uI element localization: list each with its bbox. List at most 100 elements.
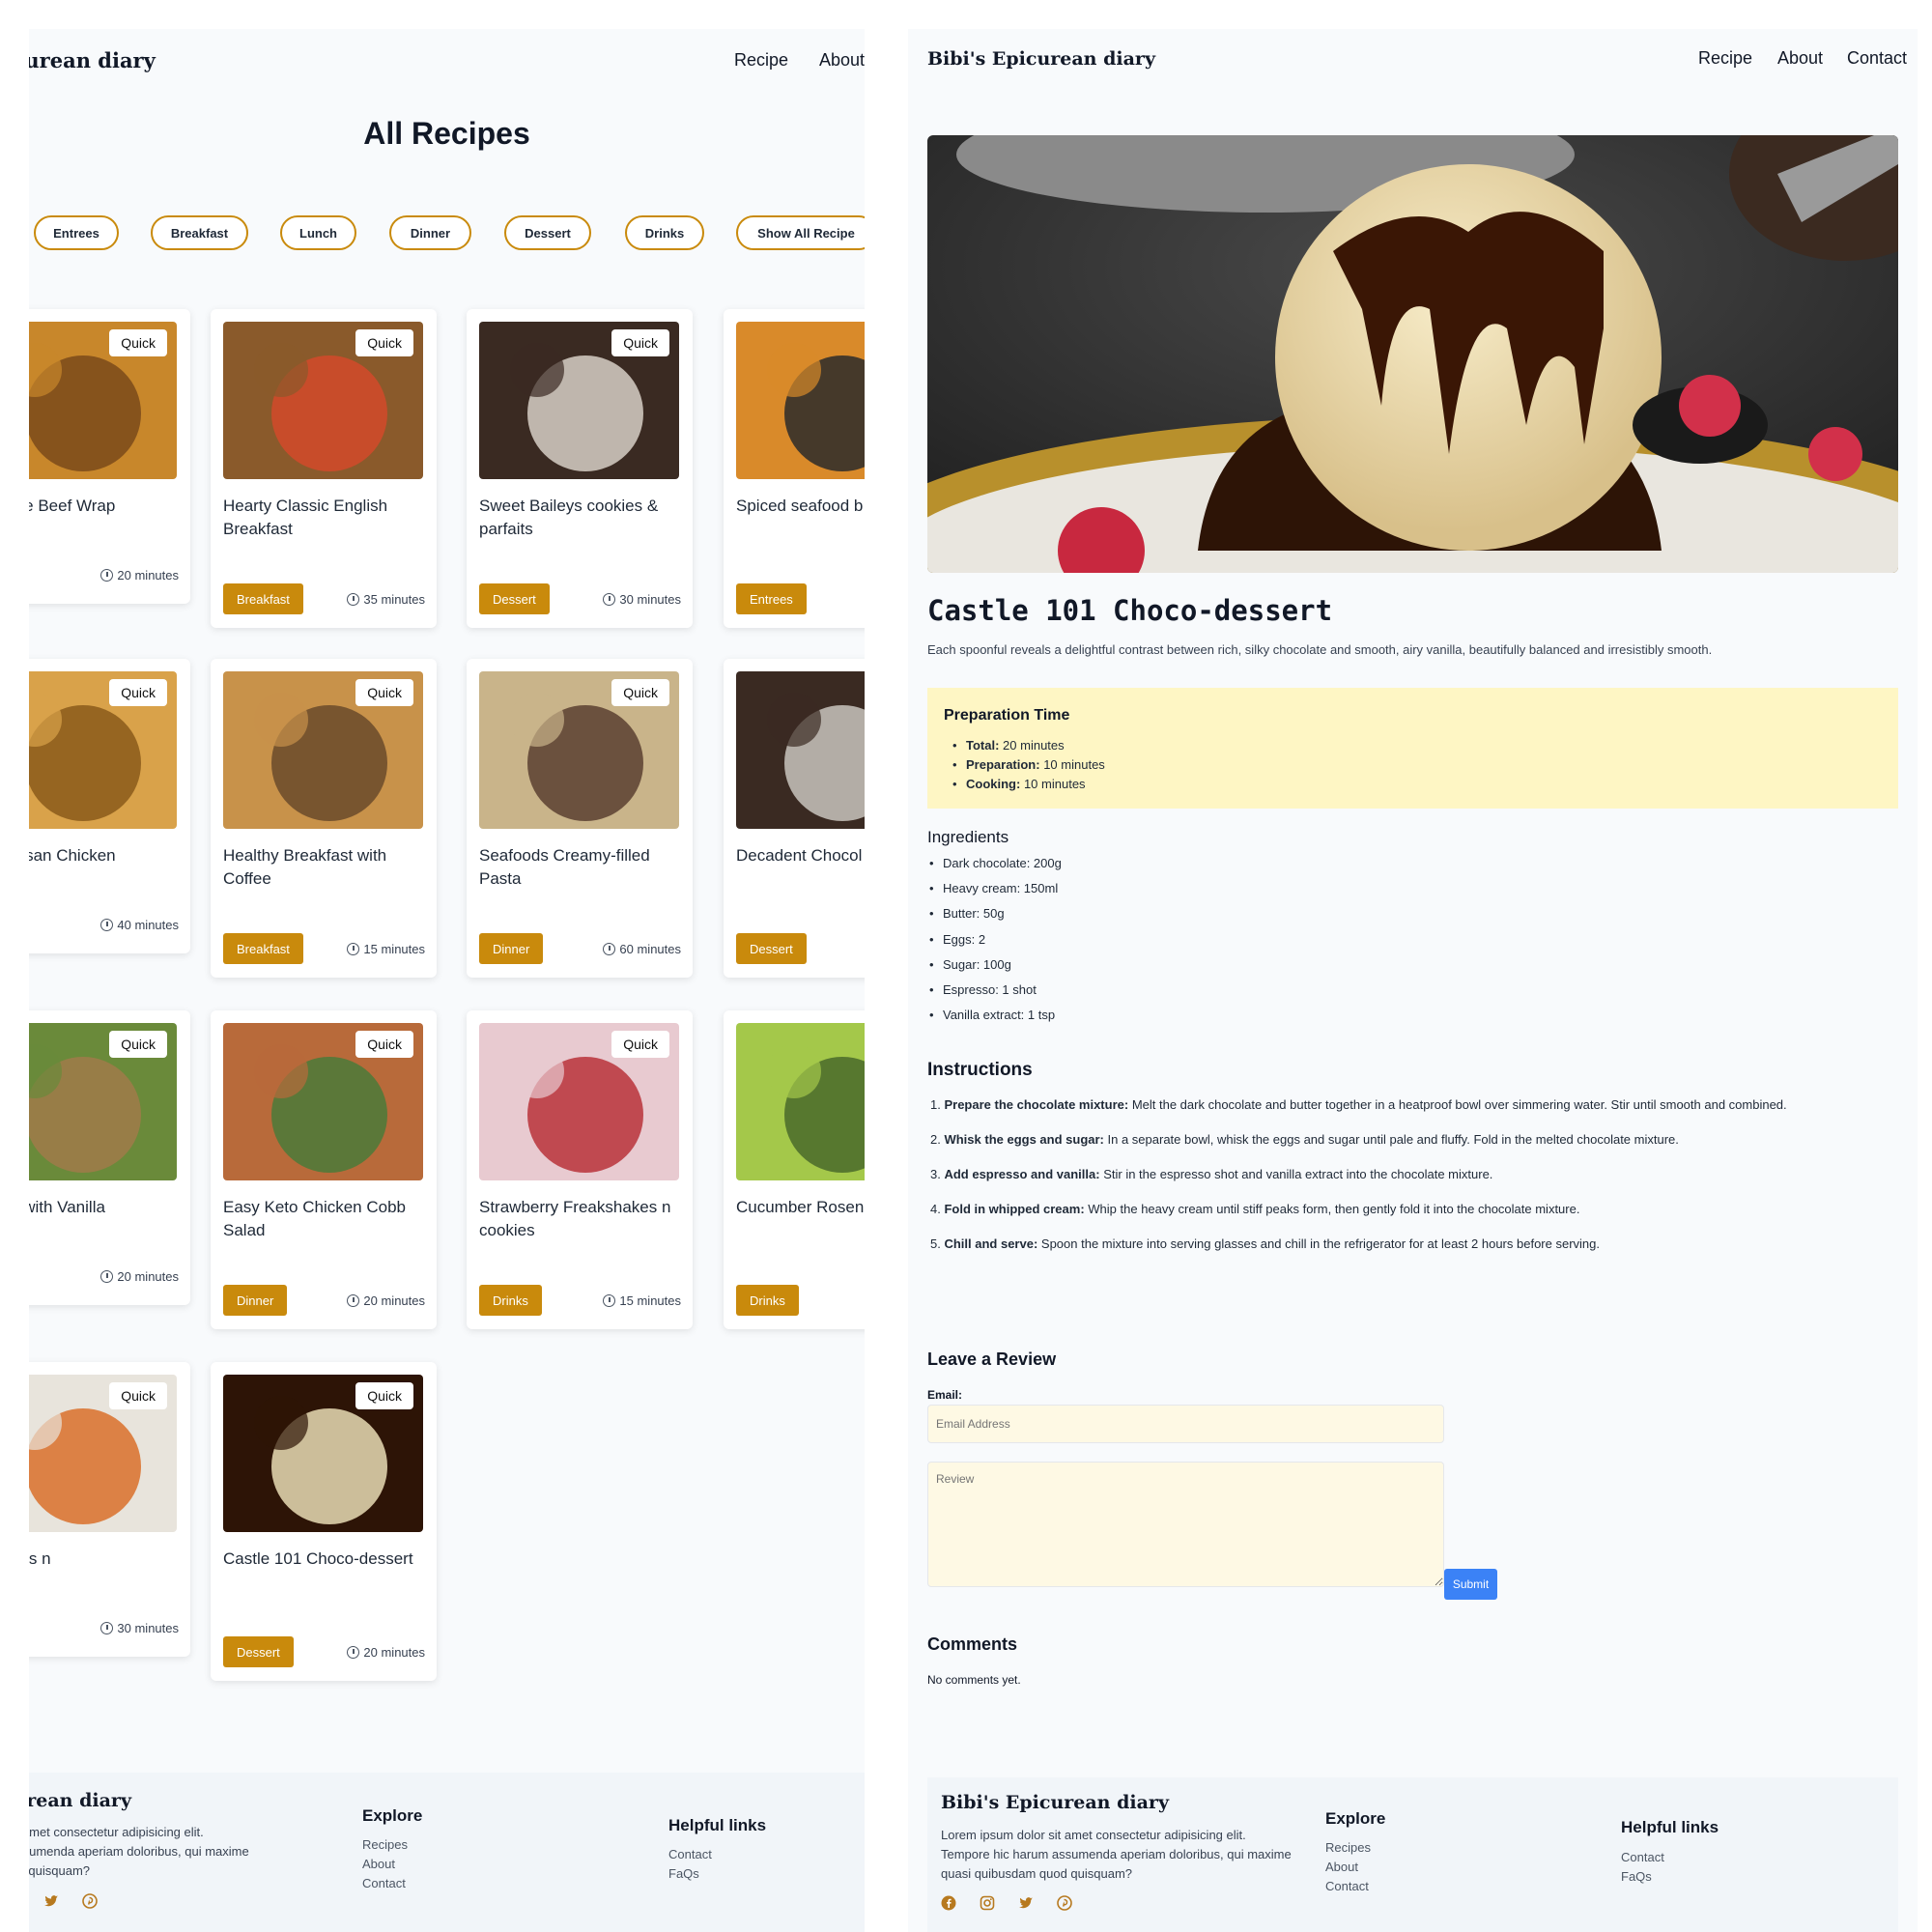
recipe-card-title[interactable]: Castle 101 Choco-dessert	[223, 1548, 431, 1571]
recipe-category-badge[interactable]: Dessert	[736, 933, 807, 964]
filter-show-all[interactable]: Show All Recipe	[736, 215, 865, 250]
recipe-category-badge[interactable]: Breakfast	[223, 933, 303, 964]
nav-about[interactable]: About	[819, 50, 865, 71]
footer-text-line: Tempore hic harum assumenda aperiam dolo…	[29, 1844, 249, 1859]
recipe-card[interactable]: Quick Sweet Baileys cookies & parfaits Des…	[467, 309, 693, 628]
clock-icon	[347, 593, 360, 606]
recipe-card[interactable]: Quick Healthy Breakfast with Coffee Breakf…	[211, 659, 437, 978]
twitter-icon[interactable]	[1018, 1895, 1034, 1911]
filter-breakfast[interactable]: Breakfast	[151, 215, 248, 250]
recipe-card[interactable]: Quick Cucumber Rosen Tonic Drinks	[724, 1010, 865, 1329]
recipe-card[interactable]: Quick Cheese Beef Wrap 20 minutes	[29, 309, 190, 604]
recipe-card[interactable]: Quick Decadent Chocol Cake Dessert	[724, 659, 865, 978]
recipe-card-image: Quick	[223, 1375, 423, 1532]
recipe-card-title[interactable]: Strawberry Freakshakes n cookies	[479, 1196, 687, 1242]
recipe-category-badge[interactable]: Dinner	[223, 1285, 288, 1316]
pinterest-icon[interactable]	[82, 1893, 98, 1909]
footer: Bibi's Epicurean diary Lorem ipsum dolor…	[29, 1773, 865, 1932]
footer-link-contact[interactable]: Contact	[1325, 1879, 1369, 1893]
all-recipes-page: Bibi's Epicurean diary Recipe About All …	[29, 29, 865, 1932]
recipe-time: 20 minutes	[100, 1269, 179, 1284]
recipe-card[interactable]: Quick Parmesan Chicken 40 minutes	[29, 659, 190, 953]
recipe-card-title[interactable]: Healthy Breakfast with Coffee	[223, 844, 431, 891]
recipe-card-title[interactable]: Cheese Beef Wrap	[29, 495, 185, 518]
recipe-time-text: 15 minutes	[363, 942, 425, 956]
site-logo[interactable]: Bibi's Epicurean diary	[927, 48, 1155, 70]
nav-contact[interactable]: Contact	[1847, 48, 1907, 69]
footer-link-faqs[interactable]: FaQs	[1621, 1869, 1652, 1884]
recipe-card[interactable]: Quick Pasta with Vanilla 20 minutes	[29, 1010, 190, 1305]
footer-link-contact[interactable]: Contact	[362, 1876, 406, 1890]
nav-recipe[interactable]: Recipe	[1698, 48, 1752, 69]
recipe-card[interactable]: Quick Seafoods Creamy-filled Pasta Dinner 6…	[467, 659, 693, 978]
recipe-category-badge[interactable]: Entrees	[736, 583, 807, 614]
recipe-category-badge[interactable]: Dinner	[479, 933, 544, 964]
recipe-card[interactable]: Quick Easy Keto Chicken Cobb Salad Dinner 2…	[211, 1010, 437, 1329]
nav-recipe[interactable]: Recipe	[734, 50, 788, 71]
prep-item: Preparation: 10 minutes	[952, 757, 1105, 772]
recipe-detail-page: Bibi's Epicurean diary Recipe About Cont…	[908, 29, 1918, 1932]
recipe-card-image: Quick	[223, 1023, 423, 1180]
recipe-time: 20 minutes	[347, 1293, 425, 1308]
recipe-category-badge[interactable]: Breakfast	[223, 583, 303, 614]
recipe-card[interactable]: Quick Hearty Classic English Breakfast Bre…	[211, 309, 437, 628]
no-comments-text: No comments yet.	[927, 1673, 1021, 1687]
recipe-card-title[interactable]: Sweet Baileys cookies & parfaits	[479, 495, 687, 541]
footer-logo[interactable]: Bibi's Epicurean diary	[29, 1790, 131, 1811]
instagram-icon[interactable]	[980, 1895, 995, 1911]
ingredient-item: Butter: 50g	[929, 906, 1005, 921]
clock-icon	[100, 1622, 114, 1634]
filter-dinner[interactable]: Dinner	[389, 215, 471, 250]
recipe-card-title[interactable]: Parmesan Chicken	[29, 844, 185, 867]
filter-entrees[interactable]: Entrees	[34, 215, 119, 250]
ingredient-item: Dark chocolate: 200g	[929, 856, 1062, 870]
recipe-card-image: Quick	[29, 1023, 177, 1180]
recipe-card-title[interactable]: Easy Keto Chicken Cobb Salad	[223, 1196, 431, 1242]
ingredient-item: Sugar: 100g	[929, 957, 1011, 972]
recipe-card[interactable]: Quick Shrimps n 30 minutes	[29, 1362, 190, 1657]
clock-icon	[603, 1294, 616, 1307]
nav-about[interactable]: About	[1777, 48, 1823, 69]
recipe-card-title[interactable]: Seafoods Creamy-filled Pasta	[479, 844, 687, 891]
filter-drinks[interactable]: Drinks	[625, 215, 704, 250]
recipe-card-title[interactable]: Pasta with Vanilla	[29, 1196, 185, 1219]
footer-logo[interactable]: Bibi's Epicurean diary	[941, 1792, 1169, 1813]
submit-button[interactable]: Submit	[1444, 1569, 1497, 1600]
recipe-category-badge[interactable]: Dessert	[223, 1636, 294, 1667]
footer-link-recipes[interactable]: Recipes	[362, 1837, 408, 1852]
ingredient-item: Eggs: 2	[929, 932, 985, 947]
pinterest-icon[interactable]	[1057, 1895, 1072, 1911]
recipe-card-image: Quick	[736, 1023, 865, 1180]
filter-lunch[interactable]: Lunch	[280, 215, 356, 250]
recipe-category-badge[interactable]: Drinks	[479, 1285, 542, 1316]
recipe-category-badge[interactable]: Dessert	[479, 583, 550, 614]
recipe-card-image: Quick	[736, 671, 865, 829]
footer-link-contact[interactable]: Contact	[668, 1847, 712, 1861]
clock-icon	[100, 919, 114, 931]
recipe-card[interactable]: Quick Castle 101 Choco-dessert Dessert 20 m…	[211, 1362, 437, 1681]
quick-badge: Quick	[109, 329, 167, 356]
recipe-card-title[interactable]: Cucumber Rosen Tonic	[736, 1196, 865, 1219]
footer-link-about[interactable]: About	[362, 1857, 395, 1871]
email-input[interactable]	[927, 1405, 1444, 1443]
review-textarea[interactable]	[927, 1462, 1444, 1587]
footer-link-faqs[interactable]: FaQs	[668, 1866, 699, 1881]
facebook-icon[interactable]	[941, 1895, 956, 1911]
recipe-card[interactable]: Quick Spiced seafood b sesame Entrees	[724, 309, 865, 628]
footer-link-recipes[interactable]: Recipes	[1325, 1840, 1371, 1855]
instruction-step: 2. Whisk the eggs and sugar: In a separa…	[930, 1132, 1679, 1147]
filter-dessert[interactable]: Dessert	[504, 215, 591, 250]
review-title: Leave a Review	[927, 1350, 1057, 1369]
footer-link-about[interactable]: About	[1325, 1860, 1358, 1874]
recipe-card-title[interactable]: Decadent Chocol Cake	[736, 844, 865, 867]
recipe-card[interactable]: Quick Strawberry Freakshakes n cookies Dri…	[467, 1010, 693, 1329]
recipe-card-title[interactable]: Shrimps n	[29, 1548, 185, 1571]
ingredient-item: Espresso: 1 shot	[929, 982, 1037, 997]
site-logo[interactable]: Bibi's Epicurean diary	[29, 48, 184, 72]
recipe-card-title[interactable]: Spiced seafood b sesame	[736, 495, 865, 518]
recipe-category-badge[interactable]: Drinks	[736, 1285, 799, 1316]
footer-link-contact[interactable]: Contact	[1621, 1850, 1664, 1864]
recipe-card-title[interactable]: Hearty Classic English Breakfast	[223, 495, 431, 541]
clock-icon	[347, 943, 360, 955]
twitter-icon[interactable]	[43, 1893, 59, 1909]
